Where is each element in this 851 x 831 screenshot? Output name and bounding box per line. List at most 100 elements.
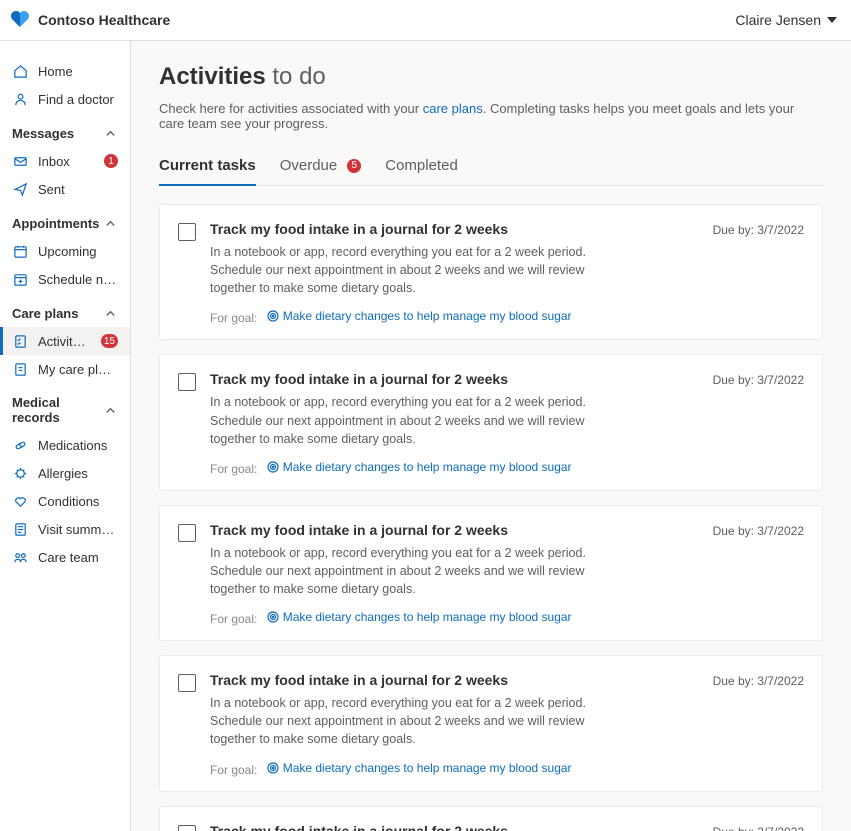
task-due: Due by: 3/7/2022 [713, 223, 804, 237]
nav-label: Sent [38, 182, 118, 197]
task-due: Due by: 3/7/2022 [713, 524, 804, 538]
nav-schedule-new[interactable]: Schedule new [0, 265, 130, 293]
plan-icon [12, 361, 28, 377]
nav-label: Visit summaries [38, 522, 118, 537]
target-icon [267, 611, 279, 623]
nav-upcoming[interactable]: Upcoming [0, 237, 130, 265]
mail-icon [12, 153, 28, 169]
goal-link-text: Make dietary changes to help manage my b… [283, 460, 572, 474]
overdue-badge: 5 [347, 159, 361, 173]
task-title: Track my food intake in a journal for 2 … [210, 371, 508, 387]
tab-label: Current tasks [159, 157, 256, 174]
topbar: Contoso Healthcare Claire Jensen [0, 0, 851, 41]
goal-label: For goal: [210, 763, 257, 777]
team-icon [12, 549, 28, 565]
task-checkbox[interactable] [178, 524, 196, 542]
inbox-badge: 1 [104, 154, 118, 168]
user-menu[interactable]: Claire Jensen [735, 12, 837, 28]
main-content: Activities to do Check here for activiti… [131, 41, 851, 831]
page-title-rest: to do [266, 63, 326, 90]
target-icon [267, 461, 279, 473]
goal-link[interactable]: Make dietary changes to help manage my b… [267, 610, 572, 624]
task-checkbox[interactable] [178, 825, 196, 831]
task-card: Track my food intake in a journal for 2 … [159, 354, 823, 490]
task-description: In a notebook or app, record everything … [210, 243, 600, 297]
goal-label: For goal: [210, 612, 257, 626]
page-subtitle: Check here for activities associated wit… [159, 101, 823, 131]
goal-link-text: Make dietary changes to help manage my b… [283, 309, 572, 323]
calendar-icon [12, 243, 28, 259]
target-icon [267, 762, 279, 774]
send-icon [12, 181, 28, 197]
task-list: Track my food intake in a journal for 2 … [159, 204, 823, 831]
nav-my-care-plans[interactable]: My care plans [0, 355, 130, 383]
nav-sent[interactable]: Sent [0, 175, 130, 203]
task-title: Track my food intake in a journal for 2 … [210, 672, 508, 688]
calendar-add-icon [12, 271, 28, 287]
goal-link-text: Make dietary changes to help manage my b… [283, 610, 572, 624]
summary-icon [12, 521, 28, 537]
section-appointments[interactable]: Appointments [0, 203, 130, 237]
nav-label: Home [38, 64, 118, 79]
goal-link[interactable]: Make dietary changes to help manage my b… [267, 460, 572, 474]
tab-label: Overdue [280, 157, 338, 174]
task-due: Due by: 3/7/2022 [713, 373, 804, 387]
task-due: Due by: 3/7/2022 [713, 674, 804, 688]
page-title: Activities to do [159, 63, 823, 91]
nav-label: My care plans [38, 362, 118, 377]
task-checkbox[interactable] [178, 373, 196, 391]
section-medical-records[interactable]: Medical records [0, 383, 130, 431]
chevron-up-icon [102, 215, 118, 231]
section-care-plans[interactable]: Care plans [0, 293, 130, 327]
nav-label: Upcoming [38, 244, 118, 259]
nav-home[interactable]: Home [0, 57, 130, 85]
checklist-icon [12, 333, 28, 349]
nav-label: Find a doctor [38, 92, 118, 107]
pill-icon [12, 437, 28, 453]
task-title: Track my food intake in a journal for 2 … [210, 823, 508, 831]
task-card: Track my food intake in a journal for 2 … [159, 806, 823, 831]
care-plans-link[interactable]: care plans [423, 101, 483, 116]
user-name: Claire Jensen [735, 12, 821, 28]
tab-current-tasks[interactable]: Current tasks [159, 151, 256, 186]
task-title: Track my food intake in a journal for 2 … [210, 522, 508, 538]
goal-link[interactable]: Make dietary changes to help manage my b… [267, 309, 572, 323]
caret-down-icon [827, 17, 837, 23]
nav-conditions[interactable]: Conditions [0, 487, 130, 515]
doctor-icon [12, 91, 28, 107]
goal-label: For goal: [210, 462, 257, 476]
page-title-strong: Activities [159, 63, 266, 90]
task-due: Due by: 3/7/2022 [713, 825, 804, 831]
section-title: Messages [12, 126, 74, 141]
heart-icon [12, 493, 28, 509]
section-messages[interactable]: Messages [0, 113, 130, 147]
goal-link-text: Make dietary changes to help manage my b… [283, 761, 572, 775]
task-checkbox[interactable] [178, 223, 196, 241]
nav-label: Care team [38, 550, 118, 565]
task-description: In a notebook or app, record everything … [210, 544, 600, 598]
task-card: Track my food intake in a journal for 2 … [159, 505, 823, 641]
nav-inbox[interactable]: Inbox 1 [0, 147, 130, 175]
nav-label: Inbox [38, 154, 90, 169]
nav-care-team[interactable]: Care team [0, 543, 130, 571]
nav-label: Activities to do [38, 334, 87, 349]
nav-activities-to-do[interactable]: Activities to do 15 [0, 327, 130, 355]
brand-name: Contoso Healthcare [38, 12, 170, 28]
tab-completed[interactable]: Completed [385, 151, 458, 186]
chevron-up-icon [102, 305, 118, 321]
nav-label: Conditions [38, 494, 118, 509]
task-description: In a notebook or app, record everything … [210, 694, 600, 748]
goal-label: For goal: [210, 311, 257, 325]
task-checkbox[interactable] [178, 674, 196, 692]
brand[interactable]: Contoso Healthcare [10, 10, 170, 31]
allergy-icon [12, 465, 28, 481]
goal-link[interactable]: Make dietary changes to help manage my b… [267, 761, 572, 775]
task-description: In a notebook or app, record everything … [210, 393, 600, 447]
section-title: Care plans [12, 306, 78, 321]
nav-visit-summaries[interactable]: Visit summaries [0, 515, 130, 543]
nav-medications[interactable]: Medications [0, 431, 130, 459]
nav-allergies[interactable]: Allergies [0, 459, 130, 487]
tab-overdue[interactable]: Overdue 5 [280, 151, 362, 186]
task-card: Track my food intake in a journal for 2 … [159, 204, 823, 340]
nav-find-doctor[interactable]: Find a doctor [0, 85, 130, 113]
